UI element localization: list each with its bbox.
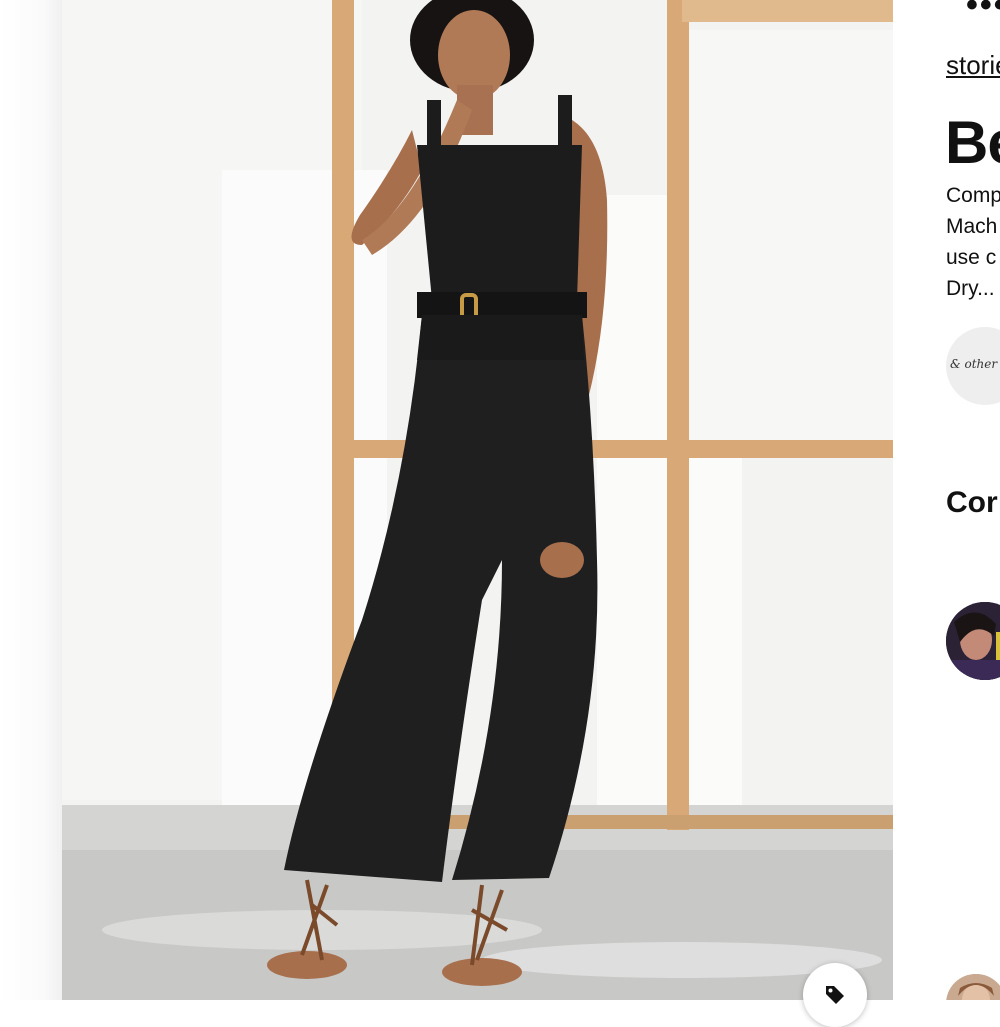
source-link[interactable]: storie — [946, 50, 1000, 81]
tag-icon — [823, 983, 847, 1012]
pin-title: Be — [945, 109, 1000, 176]
comments-heading: Cor — [946, 486, 998, 519]
avatar-photo — [946, 602, 1000, 680]
description-line: Comp — [946, 184, 1000, 207]
brand-avatar[interactable]: & other St — [946, 327, 1000, 405]
description-line: Dry... — [946, 277, 995, 300]
commenter-avatar[interactable] — [946, 602, 1000, 680]
description-line: use c — [946, 246, 997, 269]
pin-description: Comp Mach use c Dry... — [946, 180, 1000, 304]
more-options-icon[interactable]: ••• — [966, 0, 1000, 25]
pin-details-panel: ••• storie Be Comp Mach use c Dry... & o… — [893, 0, 1000, 1000]
pin-image[interactable] — [62, 0, 893, 1000]
commenter-avatar[interactable] — [946, 974, 1000, 1000]
avatar-photo — [946, 974, 1000, 1000]
description-line: Mach — [946, 215, 998, 238]
jumpsuit-photo — [62, 0, 893, 1000]
tag-button[interactable] — [803, 963, 867, 1027]
left-gutter — [0, 0, 62, 1000]
brand-logo-text: & other St — [950, 357, 1000, 371]
